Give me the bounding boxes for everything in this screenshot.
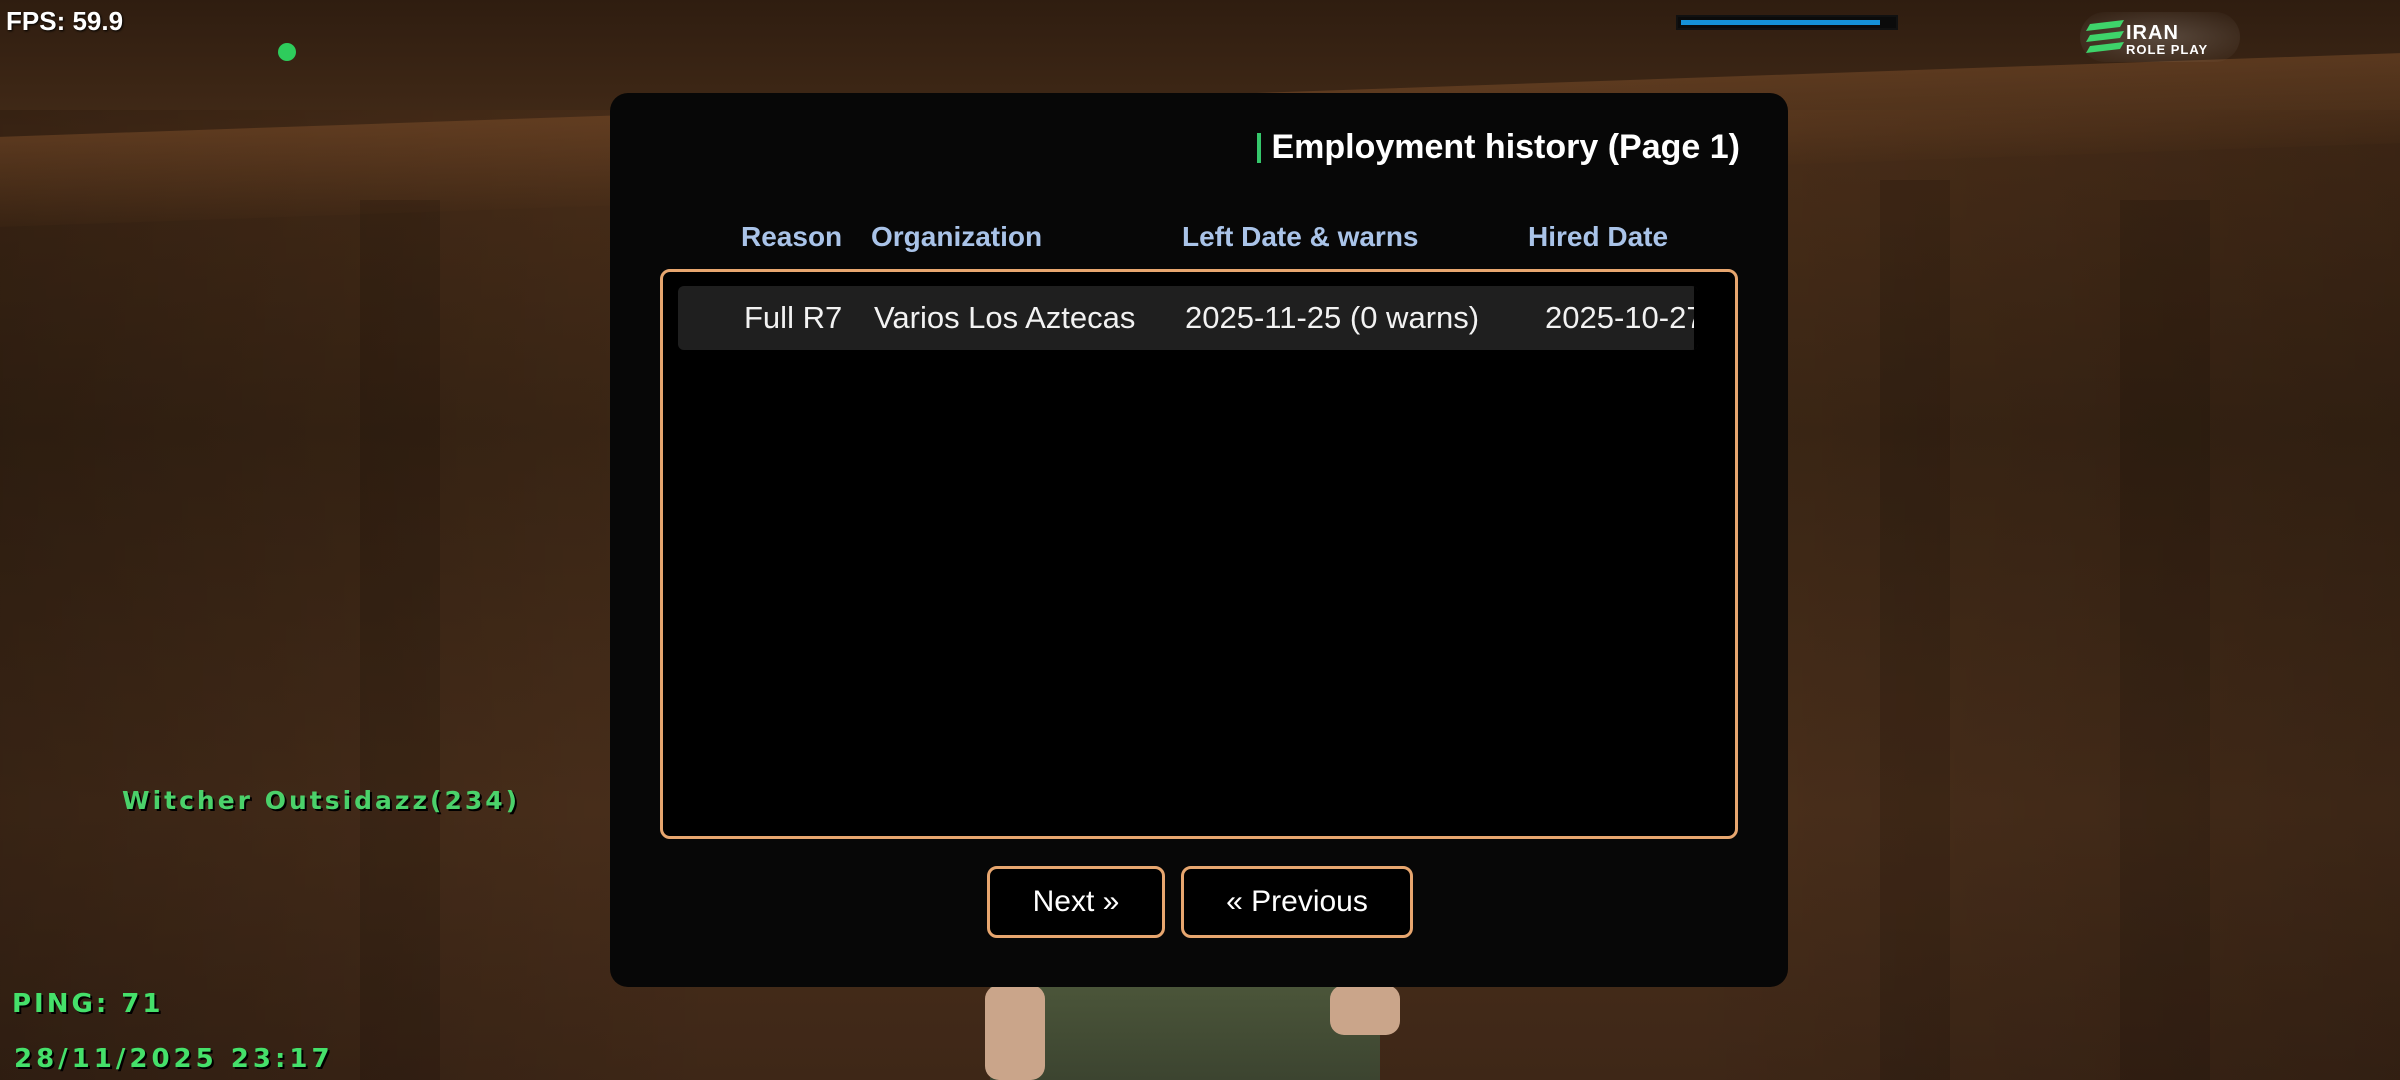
cell-organization: Varios Los Aztecas <box>874 300 1136 335</box>
column-header-left-date: Left Date & warns <box>1182 221 1419 252</box>
wall-plank <box>360 200 440 1080</box>
cell-left-date: 2025-11-25 (0 warns) <box>1185 300 1480 335</box>
column-header-hired-date: Hired Date <box>1528 221 1669 252</box>
dialog-title: Employment history (Page 1) <box>1271 128 1740 166</box>
table-header: Reason Organization Left Date & warns Hi… <box>610 221 1788 261</box>
player-character-arm <box>985 985 1045 1080</box>
wall-plank <box>2120 200 2210 1080</box>
employment-history-dialog: Employment history (Page 1) Reason Organ… <box>610 93 1788 987</box>
logo-subtext: ROLE PLAY <box>2126 42 2209 57</box>
cell-hired-date: 2025-10-27 <box>1545 300 1698 335</box>
cell-reason: Full R7 <box>744 300 843 335</box>
ping-readout: PING: 71 <box>12 989 164 1019</box>
table-row[interactable]: Full R7 Varios Los Aztecas 2025-11-25 (0… <box>678 286 1698 350</box>
row-clip-edge <box>1694 286 1698 350</box>
player-character-hand <box>1330 985 1400 1035</box>
server-logo: IRAN ROLE PLAY <box>2080 12 2240 62</box>
fps-counter: FPS: 59.9 <box>6 6 124 36</box>
column-header-reason: Reason <box>741 221 843 252</box>
status-dot-icon <box>278 43 296 61</box>
dialog-title-bar: Employment history (Page 1) <box>1257 128 1740 167</box>
health-bar <box>1676 15 1898 30</box>
history-table[interactable]: Full R7 Varios Los Aztecas 2025-11-25 (0… <box>660 269 1738 839</box>
previous-page-button[interactable]: « Previous <box>1181 866 1413 938</box>
column-header-organization: Organization <box>871 221 1043 252</box>
next-page-button[interactable]: Next » <box>987 866 1165 938</box>
logo-stripes-icon <box>2086 20 2124 53</box>
health-bar-fill <box>1681 20 1880 25</box>
wall-plank <box>1880 180 1950 1080</box>
player-nametag: Witcher Outsidazz(234) <box>122 786 521 815</box>
title-marker <box>1257 132 1262 163</box>
date-time-readout: 28/11/2025 23:17 <box>14 1044 334 1074</box>
